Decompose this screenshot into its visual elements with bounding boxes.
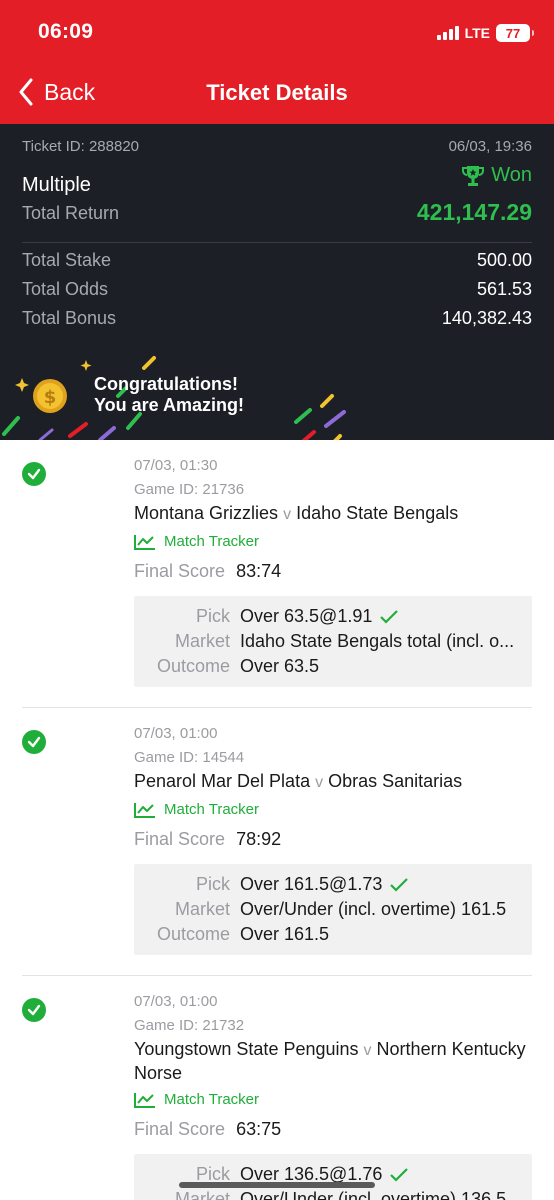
market-value: Idaho State Bengals total (incl. o... bbox=[240, 631, 515, 651]
game-id: Game ID: 14544 bbox=[134, 749, 245, 766]
final-score: Final Score 83:74 bbox=[134, 560, 532, 582]
ticket-type: Multiple bbox=[22, 174, 91, 196]
total-odds-row: Total Odds 561.53 bbox=[22, 279, 532, 300]
market-label: Market bbox=[174, 899, 230, 919]
total-stake-label: Total Stake bbox=[22, 250, 112, 270]
congratulations-banner: $ Congratulations! You are Amazing! bbox=[0, 344, 554, 440]
pick-value: Over 161.5@1.73 bbox=[240, 874, 383, 894]
check-icon bbox=[380, 609, 399, 624]
pick-value: Over 63.5@1.91 bbox=[240, 606, 373, 626]
bet-item: 07/03, 01:30 Game ID: 21736 Montana Griz… bbox=[22, 440, 532, 708]
battery-icon: 77 bbox=[496, 24, 534, 42]
total-return-value: 421,147.29 bbox=[416, 199, 532, 225]
status-badge: Won bbox=[461, 164, 532, 187]
total-odds-label: Total Odds bbox=[22, 279, 109, 299]
home-indicator[interactable] bbox=[179, 1182, 375, 1188]
status-label: Won bbox=[491, 164, 532, 186]
status-time: 06:09 bbox=[38, 20, 94, 43]
page-title: Ticket Details bbox=[206, 80, 348, 105]
pick-label: Pick bbox=[195, 874, 230, 894]
ticket-id: Ticket ID: 288820 bbox=[22, 138, 140, 155]
signal-icon bbox=[436, 26, 459, 40]
market-label: Market bbox=[174, 1189, 230, 1200]
trophy-icon bbox=[462, 165, 485, 186]
total-stake-row: Total Stake 500.00 bbox=[22, 250, 532, 271]
match-teams: Youngstown State Penguins v Northern Ken… bbox=[134, 1038, 532, 1084]
home-team: Penarol Mar Del Plata bbox=[134, 771, 311, 791]
versus-label: v bbox=[315, 774, 324, 791]
pick-label: Pick bbox=[195, 606, 230, 626]
total-bonus-value: 140,382.43 bbox=[441, 308, 532, 328]
final-score-label: Final Score bbox=[134, 1119, 226, 1139]
outcome-label: Outcome bbox=[156, 656, 230, 676]
away-team: Obras Sanitarias bbox=[328, 771, 463, 791]
total-bonus-label: Total Bonus bbox=[22, 308, 117, 328]
outcome-value: Over 63.5 bbox=[240, 656, 320, 676]
match-tracker-label: Match Tracker bbox=[164, 533, 260, 550]
congratulations-text: Congratulations! You are Amazing! bbox=[94, 374, 244, 416]
bet-item: 07/03, 01:00 Game ID: 21732 Youngstown S… bbox=[22, 976, 532, 1200]
bet-item: 07/03, 01:00 Game ID: 14544 Penarol Mar … bbox=[22, 708, 532, 976]
game-id: Game ID: 21732 bbox=[134, 1017, 245, 1034]
match-tracker-label: Match Tracker bbox=[164, 801, 260, 818]
final-score-label: Final Score bbox=[134, 561, 226, 581]
bet-time: 07/03, 01:00 bbox=[134, 725, 218, 742]
match-teams: Penarol Mar Del Plata v Obras Sanitarias bbox=[134, 770, 532, 794]
final-score-value: 83:74 bbox=[236, 561, 282, 581]
match-teams: Montana Grizzlies v Idaho State Bengals bbox=[134, 502, 532, 526]
match-tracker-link[interactable]: Match Tracker bbox=[134, 800, 532, 820]
congrats-line-1: Congratulations! bbox=[94, 374, 238, 394]
final-score: Final Score 63:75 bbox=[134, 1118, 532, 1140]
total-odds-value: 561.53 bbox=[476, 279, 532, 299]
pick-details: Pick Over 63.5@1.91 Market Idaho State B… bbox=[134, 596, 532, 687]
chart-line-icon bbox=[134, 535, 155, 550]
win-check-icon bbox=[22, 462, 46, 486]
match-tracker-link[interactable]: Match Tracker bbox=[134, 1090, 532, 1110]
final-score-value: 78:92 bbox=[236, 829, 282, 849]
check-icon bbox=[390, 1167, 409, 1182]
app-header: 06:09 LTE 77 Back Ticket Details bbox=[0, 0, 554, 124]
versus-label: v bbox=[283, 506, 292, 523]
match-tracker-label: Match Tracker bbox=[164, 1091, 260, 1108]
win-check-icon bbox=[22, 998, 46, 1022]
versus-label: v bbox=[363, 1042, 372, 1059]
bet-time: 07/03, 01:30 bbox=[134, 457, 218, 474]
final-score-label: Final Score bbox=[134, 829, 226, 849]
total-stake-value: 500.00 bbox=[476, 250, 532, 270]
final-score-value: 63:75 bbox=[236, 1119, 282, 1139]
svg-text:$: $ bbox=[44, 387, 57, 408]
pick-details: Pick Over 161.5@1.73 Market Over/Under (… bbox=[134, 864, 532, 955]
chart-line-icon bbox=[134, 803, 155, 818]
ticket-date: 06/03, 19:36 bbox=[448, 138, 532, 155]
pick-details: Pick Over 136.5@1.76 Market Over/Under (… bbox=[134, 1154, 532, 1200]
market-value: Over/Under (incl. overtime) 136.5 bbox=[240, 1189, 507, 1200]
total-return-label: Total Return bbox=[22, 203, 120, 223]
game-id: Game ID: 21736 bbox=[134, 481, 245, 498]
home-team: Youngstown State Penguins bbox=[134, 1039, 359, 1059]
status-indicators: LTE 77 bbox=[436, 24, 534, 42]
congrats-line-2: You are Amazing! bbox=[94, 395, 245, 415]
network-label: LTE bbox=[464, 25, 490, 41]
divider bbox=[22, 242, 532, 243]
outcome-label: Outcome bbox=[156, 924, 230, 944]
market-label: Market bbox=[174, 631, 230, 651]
win-check-icon bbox=[22, 730, 46, 754]
ticket-summary: Ticket ID: 288820 06/03, 19:36 Multiple … bbox=[0, 124, 554, 440]
check-icon bbox=[390, 877, 409, 892]
outcome-value: Over 161.5 bbox=[240, 924, 330, 944]
chart-line-icon bbox=[134, 1093, 155, 1108]
match-tracker-link[interactable]: Match Tracker bbox=[134, 532, 532, 552]
bet-time: 07/03, 01:00 bbox=[134, 993, 218, 1010]
market-value: Over/Under (incl. overtime) 161.5 bbox=[240, 899, 507, 919]
bet-list: 07/03, 01:30 Game ID: 21736 Montana Griz… bbox=[0, 440, 554, 1200]
final-score: Final Score 78:92 bbox=[134, 828, 532, 850]
home-team: Montana Grizzlies bbox=[134, 503, 279, 523]
away-team: Idaho State Bengals bbox=[296, 503, 459, 523]
confetti-decoration: $ bbox=[2, 356, 346, 440]
total-bonus-row: Total Bonus 140,382.43 bbox=[22, 308, 532, 329]
